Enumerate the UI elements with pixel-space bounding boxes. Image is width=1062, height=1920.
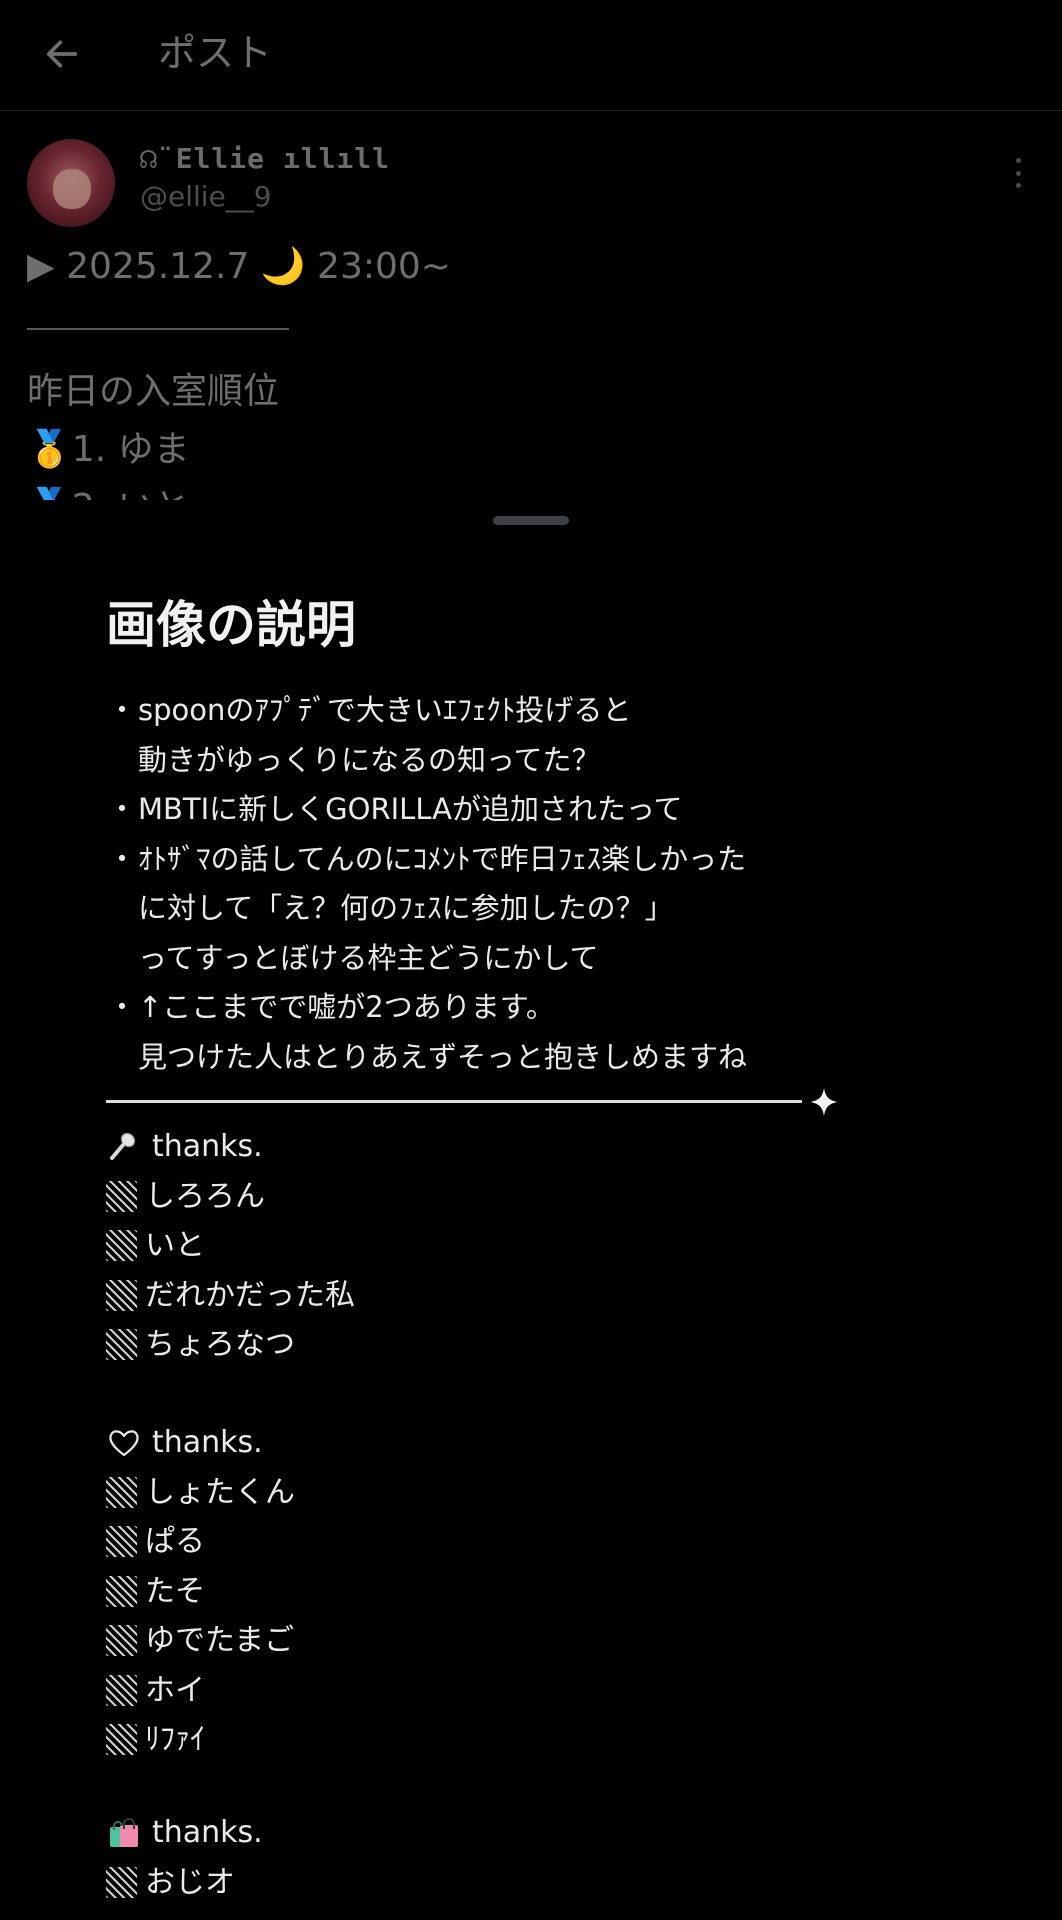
hatch-bullet-icon	[106, 1329, 137, 1361]
thanks-name-item: ﾘﾌｧｲ	[106, 1715, 295, 1765]
thanks-group-spoon: thanks. しろろんいとだれかだった私 ちょろなつ	[106, 1122, 355, 1370]
thanks-name-text: いと	[145, 1228, 205, 1263]
thanks-name-text: ゆでたまご	[145, 1623, 295, 1658]
thanks-name-item: ぱる	[106, 1517, 295, 1567]
thanks-name-item: いと	[106, 1221, 355, 1271]
hatch-bullet-icon	[106, 1526, 137, 1558]
description-line: ・ ↑ここまでで嘘が2つあります。	[106, 983, 986, 1033]
ranking-title: 昨日の入室順位	[27, 371, 280, 412]
user-handle[interactable]: @ellie__9	[140, 180, 272, 213]
bullet	[106, 1033, 138, 1083]
bullet: ・	[107, 693, 137, 727]
thanks-name-text: ぱる	[145, 1524, 205, 1559]
thanks-name-item: しろろん	[106, 1172, 355, 1222]
description-line: に対して「え？何のﾌｪｽに参加したの？」	[106, 884, 986, 934]
description-line-text: MBTIに新しくGORILLAが追加されたって	[138, 792, 683, 826]
thanks-name-text: たそ	[145, 1573, 205, 1609]
thanks-name-text: ちょろなつ	[145, 1327, 295, 1362]
page-title: ポスト	[158, 31, 273, 75]
thanks-name-text: だれかだった私	[145, 1277, 355, 1313]
spoon-icon	[106, 1129, 142, 1165]
more-vertical-icon	[1015, 158, 1021, 163]
bullet	[106, 884, 138, 934]
thanks-heading-text: thanks.	[152, 1129, 263, 1164]
description-line: ・ spoonのｱﾌﾟﾃﾞで大きいｴﾌｪｸﾄ投げると	[106, 686, 986, 736]
thanks-name-item: ホイ	[106, 1666, 295, 1716]
hatch-bullet-icon	[106, 1476, 137, 1508]
post-date-line: ▶ 2025.12.7 🌙 23:00~	[27, 246, 451, 287]
thanks-group-heart: thanks. しょたくんぱるたそゆでたまごホイ ﾘﾌｧｲ	[106, 1418, 295, 1765]
thanks-name-text: しょたくん	[145, 1474, 295, 1510]
avatar[interactable]	[27, 139, 115, 227]
thanks-name-item: ちょろなつ	[106, 1320, 355, 1370]
post-background: ポスト ☊̈ Ellie ıllıll @ellie__9 ▶ 2025.12.…	[0, 0, 1062, 520]
bullet	[106, 934, 138, 984]
shopping-bag-icon	[106, 1815, 142, 1851]
thanks-heading-text: thanks.	[152, 1815, 263, 1850]
description-line: ってすっとぼける枠主どうにかして	[106, 934, 986, 984]
thanks-group-bag: thanks. おじオ	[106, 1808, 263, 1907]
description-text: ・ spoonのｱﾌﾟﾃﾞで大きいｴﾌｪｸﾄ投げると 動きがゆっくりになるの知ってた…	[106, 686, 986, 1082]
image-description-sheet: 画像の説明 ・ spoonのｱﾌﾟﾃﾞで大きいｴﾌｪｸﾄ投げると 動きがゆっくりにな…	[0, 500, 1062, 1920]
rank-item-1: 🥇1. ゆま	[27, 429, 190, 470]
hatch-bullet-icon	[106, 1279, 137, 1311]
heart-outline-icon	[106, 1425, 142, 1461]
description-line-text: に対して「え？何のﾌｪｽに参加したの？」	[138, 891, 674, 925]
thanks-name-item: ゆでたまご	[106, 1616, 295, 1666]
thanks-name-text: ホイ	[145, 1672, 205, 1708]
hatch-bullet-icon	[106, 1674, 137, 1706]
display-name[interactable]: ☊̈ Ellie ıllıll	[140, 142, 390, 175]
hatch-bullet-icon	[106, 1625, 137, 1657]
top-bar: ポスト	[0, 0, 1062, 111]
more-dot	[1015, 170, 1021, 176]
description-line-text: ｵﾄｻﾞﾏの話してんのにｺﾒﾝﾄで昨日ﾌｪｽ楽しかった	[138, 841, 747, 876]
thanks-name-text: おじオ	[145, 1864, 235, 1900]
description-line: ・ｵﾄｻﾞﾏの話してんのにｺﾒﾝﾄで昨日ﾌｪｽ楽しかった	[106, 835, 986, 885]
description-line-text: ↑ここまでで嘘が2つあります。	[138, 990, 555, 1024]
arrow-left-icon	[46, 40, 78, 68]
description-line: 動きがゆっくりになるの知ってた？	[106, 736, 986, 786]
more-dot	[1015, 183, 1021, 188]
hatch-bullet-icon	[106, 1575, 137, 1607]
description-line: 見つけた人はとりあえずそっと抱きしめますね	[106, 1033, 986, 1083]
hatch-bullet-icon	[106, 1230, 137, 1262]
thanks-name-item: たそ	[106, 1567, 295, 1617]
bullet	[106, 736, 138, 786]
bullet: ・	[107, 841, 137, 876]
bullet: ・	[107, 792, 137, 826]
hatch-bullet-icon	[106, 1724, 137, 1756]
hatch-bullet-icon	[106, 1866, 137, 1898]
more-options-button[interactable]	[1006, 158, 1030, 188]
thanks-heading: thanks.	[106, 1418, 295, 1468]
sheet-drag-handle[interactable]	[493, 516, 569, 525]
description-line-text: 動きがゆっくりになるの知ってた？	[138, 742, 601, 777]
thanks-name-item: だれかだった私	[106, 1271, 355, 1321]
thanks-name-text: しろろん	[145, 1178, 265, 1214]
description-line: ・ MBTIに新しくGORILLAが追加されたって	[106, 785, 986, 835]
hatch-bullet-icon	[106, 1180, 137, 1212]
description-line-text: ってすっとぼける枠主どうにかして	[138, 940, 599, 975]
thanks-name-item: しょたくん	[106, 1468, 295, 1518]
thanks-name-text: ﾘﾌｧｲ	[145, 1722, 205, 1757]
sheet-title: 画像の説明	[106, 596, 356, 654]
post-divider	[27, 328, 289, 330]
thanks-heading: thanks.	[106, 1808, 263, 1858]
thanks-name-item: おじオ	[106, 1858, 263, 1908]
thanks-heading-text: thanks.	[152, 1425, 263, 1460]
description-line-text: 見つけた人はとりあえずそっと抱きしめますね	[138, 1039, 748, 1074]
back-button[interactable]	[36, 28, 88, 80]
thanks-heading: thanks.	[106, 1122, 355, 1172]
bullet: ・	[107, 990, 137, 1024]
avatar-face	[53, 169, 91, 209]
description-line-text: spoonのｱﾌﾟﾃﾞで大きいｴﾌｪｸﾄ投げると	[138, 693, 632, 727]
sparkle-icon	[810, 1088, 838, 1116]
divider-line	[106, 1100, 802, 1103]
